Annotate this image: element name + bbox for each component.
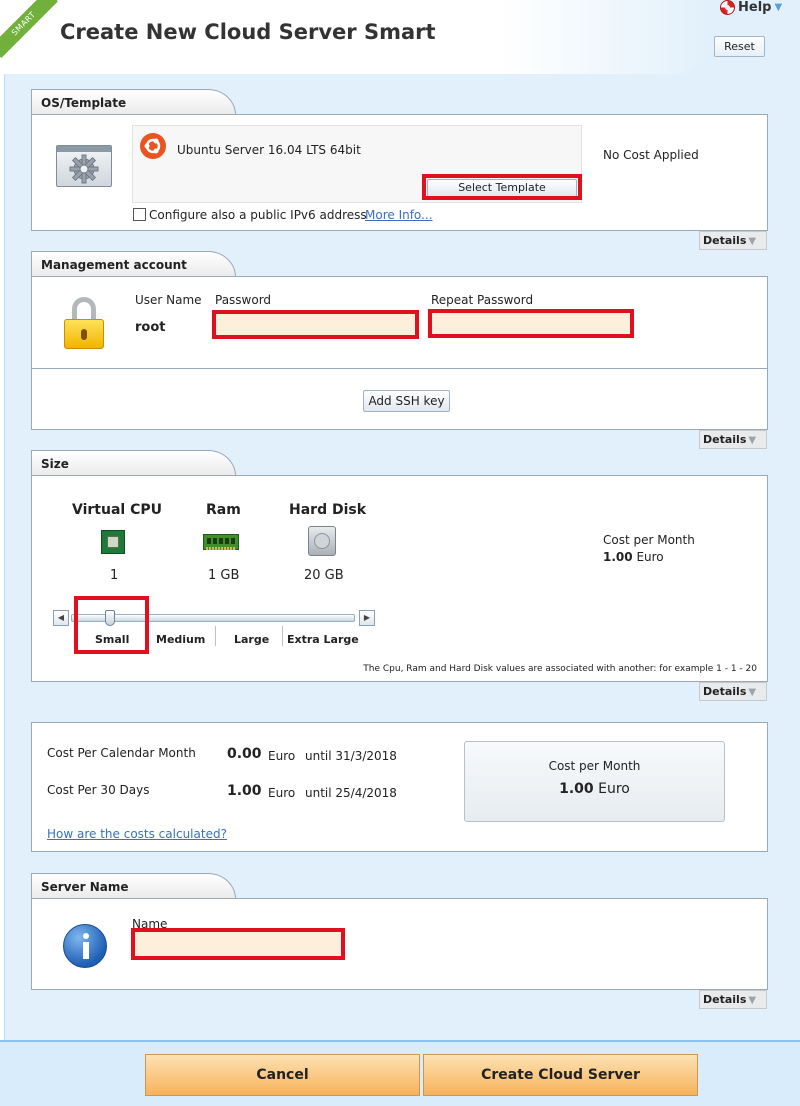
add-ssh-key-button[interactable]: Add SSH key [363, 390, 450, 412]
password-label: Password [215, 293, 272, 307]
username-label: User Name [135, 293, 202, 307]
ram-label: Ram [206, 502, 241, 518]
calendar-cost-currency: Euro [268, 749, 296, 763]
divider [32, 368, 767, 369]
password-highlight [212, 310, 419, 339]
cost-summary-box: Cost per Month 1.00 Euro [464, 741, 725, 822]
slider-divider [215, 626, 216, 646]
os-cost-text: No Cost Applied [603, 148, 699, 162]
server-name-details-button[interactable]: Details ▼ [699, 990, 767, 1009]
cost-box-label: Cost per Month [548, 759, 641, 773]
hard-disk-value: 20 GB [304, 568, 344, 583]
size-cost-amount: 1.00 [603, 550, 633, 564]
ram-icon [203, 534, 239, 550]
smart-ribbon: SMART [0, 0, 60, 60]
cpu-label: Virtual CPU [72, 502, 162, 518]
create-cloud-server-button[interactable]: Create Cloud Server [423, 1054, 698, 1096]
chevron-down-icon: ▼ [748, 995, 757, 1006]
chevron-down-icon: ▼ [748, 435, 757, 446]
os-details-button[interactable]: Details ▼ [699, 231, 767, 250]
server-name-tab: Server Name [31, 873, 236, 899]
cost-box-value: 1.00 Euro [465, 781, 724, 797]
chevron-down-icon: ▼ [748, 236, 757, 247]
details-label: Details [703, 993, 747, 1006]
small-option-highlight [74, 596, 149, 654]
size-cost-label: Cost per Month [603, 533, 695, 547]
size-note: The Cpu, Ram and Hard Disk values are as… [363, 664, 757, 674]
ipv6-label: Configure also a public IPv6 address [149, 208, 367, 222]
costs-panel: Cost Per Calendar Month 0.00 Euro until … [31, 722, 768, 852]
details-label: Details [703, 685, 747, 698]
reset-button[interactable]: Reset [714, 36, 765, 57]
days30-cost-currency: Euro [268, 786, 296, 800]
chevron-down-icon: ▼ [748, 687, 757, 698]
cpu-value: 1 [110, 568, 119, 583]
footer-bar: Cancel Create Cloud Server [0, 1040, 800, 1106]
settings-window-icon [56, 145, 112, 187]
slider-left-arrow[interactable]: ◀ [53, 610, 69, 626]
size-cost: 1.00 Euro [603, 550, 664, 564]
management-account-panel: User Name root Password Repeat Password … [31, 276, 768, 430]
os-name: Ubuntu Server 16.04 LTS 64bit [177, 143, 361, 157]
server-name-highlight [131, 928, 345, 960]
username-value: root [135, 320, 166, 335]
management-details-button[interactable]: Details ▼ [699, 430, 767, 449]
details-label: Details [703, 433, 747, 446]
help-menu[interactable]: Help ▼ [720, 0, 782, 15]
help-label: Help [738, 0, 772, 15]
slider-divider [282, 626, 283, 646]
cpu-icon [101, 530, 125, 554]
calendar-cost-amount: 0.00 [227, 746, 262, 762]
hard-disk-icon [308, 526, 336, 556]
hard-disk-label: Hard Disk [289, 502, 367, 518]
more-info-link[interactable]: More Info... [365, 208, 433, 222]
how-costs-calculated-link[interactable]: How are the costs calculated? [47, 827, 227, 841]
os-template-tab: OS/Template [31, 89, 236, 115]
size-tab: Size [31, 450, 236, 476]
repeat-password-highlight [428, 309, 634, 338]
details-label: Details [703, 234, 747, 247]
days30-cost-label: Cost Per 30 Days [47, 783, 150, 797]
lock-icon [64, 297, 104, 349]
size-details-button[interactable]: Details ▼ [699, 682, 767, 701]
ubuntu-icon [140, 133, 166, 159]
calendar-cost-label: Cost Per Calendar Month [47, 746, 196, 760]
os-template-panel: Ubuntu Server 16.04 LTS 64bit Select Tem… [31, 114, 768, 231]
slider-option-extra-large[interactable]: Extra Large [287, 633, 359, 646]
lifebuoy-icon [720, 0, 735, 15]
ram-value: 1 GB [208, 568, 240, 583]
days30-cost-amount: 1.00 [227, 783, 262, 799]
slider-option-medium[interactable]: Medium [156, 633, 205, 646]
chevron-down-icon: ▼ [774, 2, 783, 13]
slider-option-large[interactable]: Large [234, 633, 269, 646]
size-cost-currency: Euro [636, 550, 664, 564]
select-template-highlight [422, 174, 582, 200]
page-title: Create New Cloud Server Smart [60, 20, 436, 44]
calendar-cost-until: until 31/3/2018 [305, 749, 397, 763]
ipv6-checkbox[interactable] [133, 208, 146, 221]
info-icon [63, 924, 107, 968]
cost-box-currency: Euro [598, 781, 630, 797]
days30-cost-until: until 25/4/2018 [305, 786, 397, 800]
cost-box-amount: 1.00 [559, 781, 594, 797]
cancel-button[interactable]: Cancel [145, 1054, 420, 1096]
slider-right-arrow[interactable]: ▶ [359, 610, 375, 626]
repeat-password-label: Repeat Password [431, 293, 534, 307]
management-account-tab: Management account [31, 251, 236, 277]
